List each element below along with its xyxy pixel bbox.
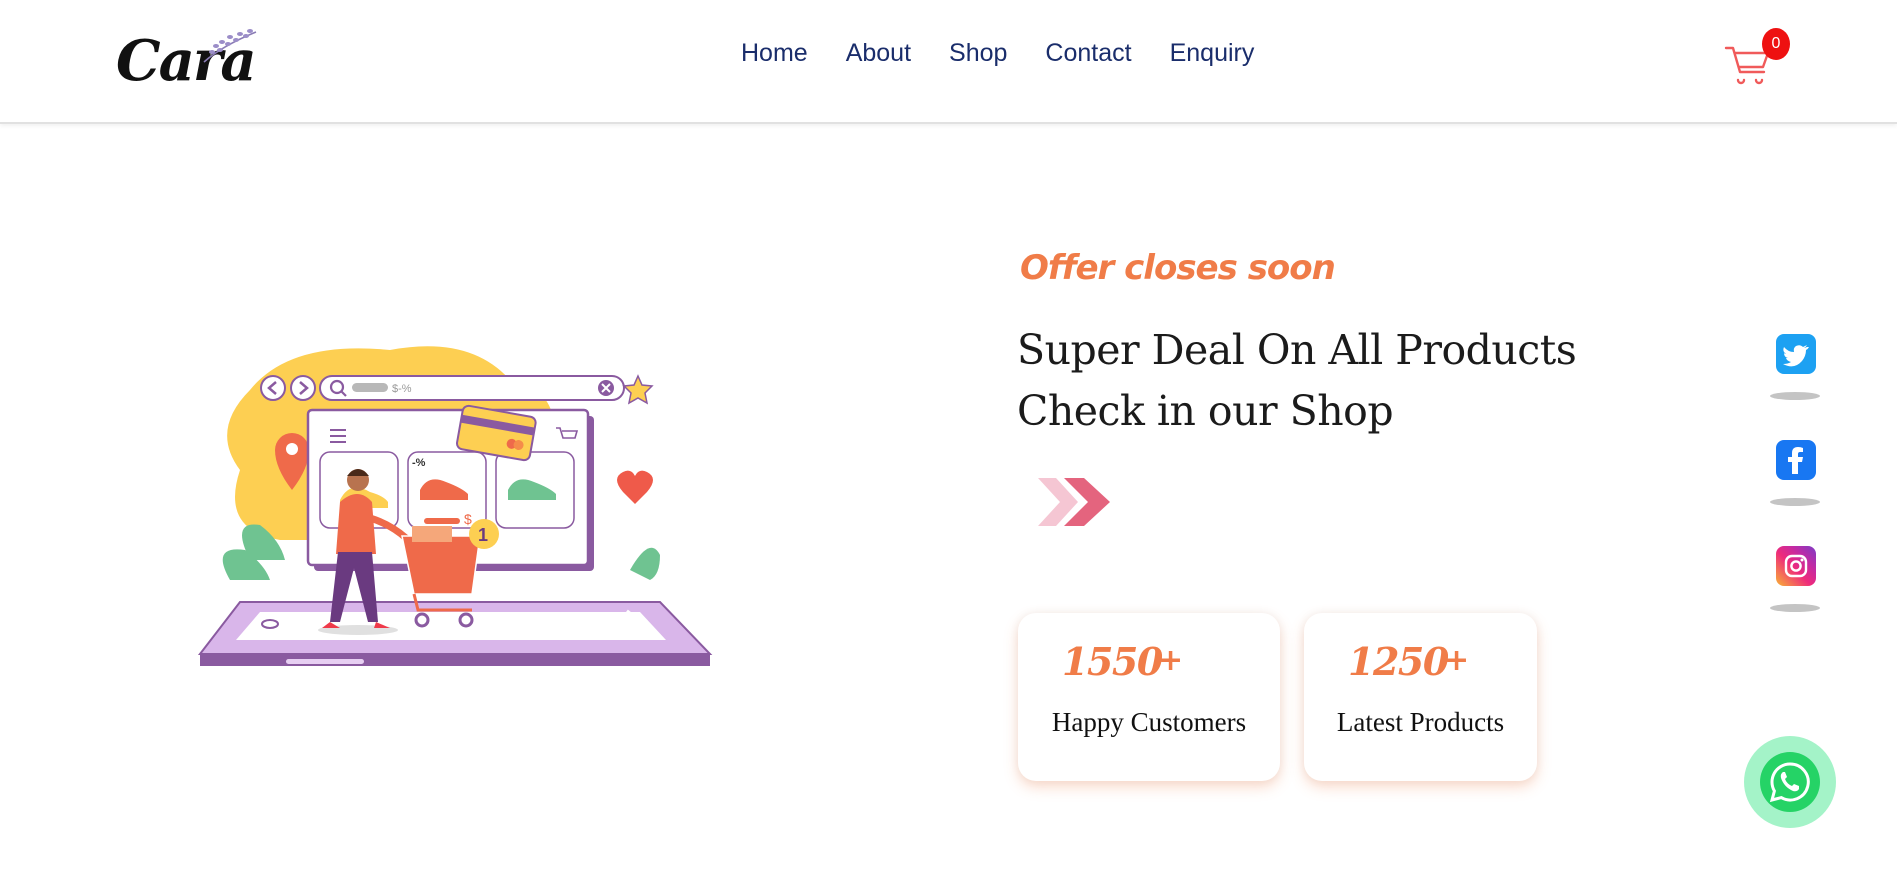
stat-card-products: 1250 + Latest Products	[1304, 613, 1537, 781]
stat-number: 1250	[1348, 639, 1449, 684]
stat-number: 1550	[1062, 639, 1163, 684]
search-text: $-%	[392, 383, 412, 395]
online-shopping-illustration: $-% -% $ 1	[197, 346, 713, 666]
whatsapp-icon	[1760, 752, 1820, 812]
cart-button[interactable]: 0	[1724, 28, 1790, 88]
facebook-icon	[1788, 447, 1803, 474]
site-header: Cara Home About Shop Contact Enquiry 0	[0, 0, 1897, 124]
nav-shop[interactable]: Shop	[930, 36, 1026, 70]
offer-tagline: Offer closes soon	[1020, 248, 1336, 288]
nav-home[interactable]: Home	[722, 36, 827, 70]
twitter-icon	[1783, 345, 1809, 367]
star-icon	[622, 374, 654, 405]
headline-line-1: Super Deal On All Products	[1017, 326, 1577, 374]
logo[interactable]: Cara	[112, 22, 257, 98]
social-shadow	[1770, 604, 1820, 612]
stat-plus: +	[1158, 643, 1184, 678]
facebook-button[interactable]	[1776, 440, 1816, 480]
cart-count-badge: 0	[1762, 28, 1790, 60]
main-nav: Home About Shop Contact Enquiry	[722, 36, 1273, 70]
heart-icon	[617, 470, 653, 504]
plant-right	[630, 547, 660, 580]
lavender-sprig-icon	[203, 29, 257, 63]
headline-line-2: Check in our Shop	[1017, 387, 1394, 435]
whatsapp-button[interactable]	[1744, 736, 1836, 828]
double-chevron-arrow-icon[interactable]	[1034, 472, 1114, 532]
instagram-icon	[1784, 554, 1808, 578]
discount-text: -%	[412, 457, 426, 469]
nav-about[interactable]: About	[827, 36, 930, 70]
stat-label: Happy Customers	[1051, 707, 1247, 737]
cart-count-text: 1	[478, 525, 488, 545]
social-shadow	[1770, 498, 1820, 506]
instagram-button[interactable]	[1776, 546, 1816, 586]
twitter-button[interactable]	[1776, 334, 1816, 374]
nav-contact[interactable]: Contact	[1026, 36, 1150, 70]
nav-enquiry[interactable]: Enquiry	[1151, 36, 1274, 70]
social-shadow	[1770, 392, 1820, 400]
stat-plus: +	[1444, 643, 1470, 678]
hero-headline: Super Deal On All Products Check in our …	[1017, 320, 1577, 442]
price-text: $	[464, 511, 472, 527]
stat-label: Latest Products	[1336, 707, 1505, 737]
stat-card-customers: 1550 + Happy Customers	[1018, 613, 1280, 781]
